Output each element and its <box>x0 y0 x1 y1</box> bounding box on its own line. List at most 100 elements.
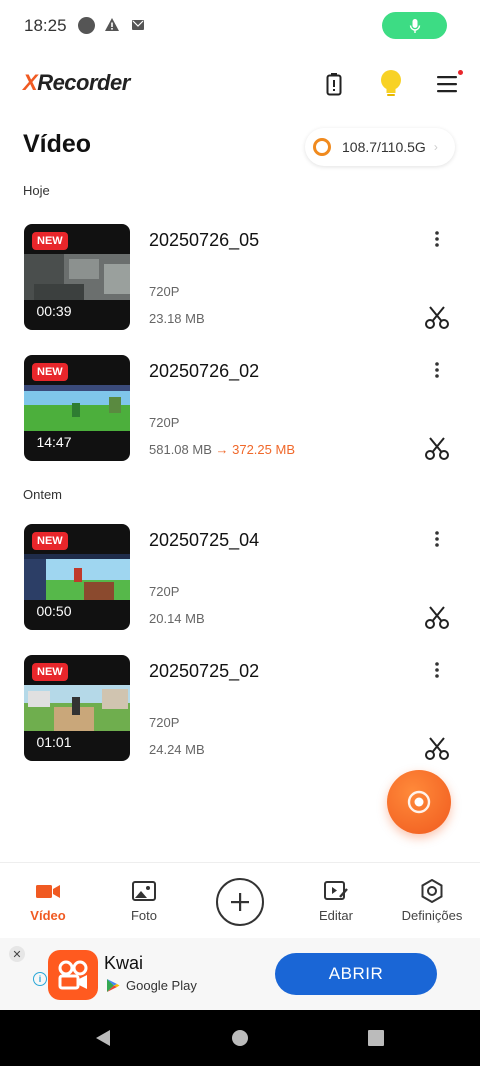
video-name: 20250726_05 <box>149 230 260 250</box>
size-original: 581.08 MB <box>149 442 212 457</box>
size-original: 23.18 MB <box>149 311 205 326</box>
thumbnail-image <box>24 554 130 600</box>
size-original: 24.24 MB <box>149 742 205 757</box>
new-badge: NEW <box>32 663 68 681</box>
video-name: 20250725_02 <box>149 661 260 681</box>
close-ad-icon[interactable]: ✕ <box>9 946 25 962</box>
app-logo: XRecorder <box>23 70 130 96</box>
edit-video-icon <box>324 881 348 900</box>
warning-icon <box>105 18 119 31</box>
more-vertical-icon <box>435 362 439 378</box>
new-badge: NEW <box>32 232 68 250</box>
battery-icon <box>326 73 342 96</box>
scissors-icon[interactable] <box>424 735 450 761</box>
notification-icon <box>132 20 144 30</box>
logo-text: Recorder <box>37 70 130 95</box>
more-options-button[interactable] <box>426 659 448 681</box>
size-compressed: → 372.25 MB <box>215 442 296 457</box>
more-vertical-icon <box>435 531 439 547</box>
more-options-button[interactable] <box>426 528 448 550</box>
video-size: 23.18 MB <box>149 311 205 326</box>
battery-optimize-button[interactable] <box>322 70 346 98</box>
video-duration: 00:39 <box>36 303 72 319</box>
video-thumbnail[interactable]: NEW 00:50 <box>24 524 130 630</box>
scissors-icon[interactable] <box>424 304 450 330</box>
video-size: 24.24 MB <box>149 742 205 757</box>
back-icon[interactable] <box>93 1028 113 1048</box>
video-name: 20250725_04 <box>149 530 260 550</box>
hamburger-menu-icon <box>437 70 463 93</box>
section-label-today: Hoje <box>23 183 50 198</box>
storage-text: 108.7/110.5G <box>342 139 426 155</box>
video-duration: 14:47 <box>36 434 72 450</box>
thumbnail-image <box>24 254 130 300</box>
ad-title: Kwai <box>104 953 144 973</box>
mic-icon <box>409 18 420 33</box>
recents-icon[interactable] <box>367 1028 385 1048</box>
video-item[interactable]: NEW 00:50 20250725_04 720P 20.14 MB <box>0 524 480 634</box>
storage-ring-icon <box>313 138 331 156</box>
video-name: 20250726_02 <box>149 361 260 381</box>
menu-button[interactable] <box>434 70 464 98</box>
ad-banner[interactable]: ✕ i Kwai Google Play ABRIR <box>0 938 480 1010</box>
video-camera-icon <box>36 885 60 898</box>
video-item[interactable]: NEW 00:39 20250726_05 720P 23.18 MB <box>0 224 480 334</box>
status-record-dot-icon <box>78 17 95 34</box>
more-options-button[interactable] <box>426 359 448 381</box>
video-size: 20.14 MB <box>149 611 205 626</box>
more-vertical-icon <box>435 662 439 678</box>
nav-edit[interactable]: Editar <box>288 863 384 939</box>
video-duration: 00:50 <box>36 603 72 619</box>
ad-store: Google Play <box>106 978 197 993</box>
home-icon[interactable] <box>231 1028 249 1048</box>
nav-video[interactable]: Vídeo <box>0 863 96 939</box>
nav-settings[interactable]: Definições <box>384 863 480 939</box>
nav-video-label: Vídeo <box>30 908 66 923</box>
video-size: 581.08 MB → 372.25 MB <box>149 442 295 457</box>
section-label-yesterday: Ontem <box>23 487 63 502</box>
record-icon <box>407 790 431 814</box>
status-bar: 18:25 <box>0 0 480 52</box>
ad-open-button[interactable]: ABRIR <box>275 953 437 995</box>
video-resolution: 720P <box>149 584 180 599</box>
scissors-icon[interactable] <box>424 604 450 630</box>
storage-indicator[interactable]: 108.7/110.5G › <box>305 128 455 166</box>
page-title: Vídeo <box>23 130 92 158</box>
more-options-button[interactable] <box>426 228 448 250</box>
tips-button[interactable] <box>378 68 404 100</box>
video-duration: 01:01 <box>36 734 72 750</box>
nav-edit-label: Editar <box>319 908 353 923</box>
more-vertical-icon <box>435 231 439 247</box>
settings-icon <box>421 879 443 903</box>
video-thumbnail[interactable]: NEW 00:39 <box>24 224 130 330</box>
status-time: 18:25 <box>24 16 67 35</box>
nav-photo[interactable]: Foto <box>96 863 192 939</box>
image-icon <box>132 881 156 901</box>
video-thumbnail[interactable]: NEW 14:47 <box>24 355 130 461</box>
video-resolution: 720P <box>149 715 180 730</box>
plus-icon <box>231 893 249 911</box>
video-thumbnail[interactable]: NEW 01:01 <box>24 655 130 761</box>
google-play-icon <box>107 979 120 992</box>
new-badge: NEW <box>32 532 68 550</box>
kwai-app-icon <box>48 950 98 1000</box>
video-item[interactable]: NEW 14:47 20250726_02 720P 581.08 MB → 3… <box>0 355 480 465</box>
lightbulb-icon <box>381 70 401 96</box>
bottom-nav: Vídeo Foto Editar Definições <box>0 862 480 938</box>
video-resolution: 720P <box>149 415 180 430</box>
ad-store-label: Google Play <box>126 978 197 993</box>
ad-info-icon[interactable]: i <box>33 972 47 986</box>
mic-active-indicator[interactable] <box>382 12 447 39</box>
system-nav-bar <box>0 1010 480 1066</box>
record-fab-button[interactable] <box>387 770 451 834</box>
nav-settings-label: Definições <box>401 908 463 923</box>
size-original: 20.14 MB <box>149 611 205 626</box>
new-badge: NEW <box>32 363 68 381</box>
video-item[interactable]: NEW 01:01 20250725_02 720P 24.24 MB <box>0 655 480 765</box>
add-button[interactable] <box>216 878 264 926</box>
thumbnail-image <box>24 385 130 431</box>
nav-photo-label: Foto <box>130 908 157 923</box>
video-resolution: 720P <box>149 284 180 299</box>
scissors-icon[interactable] <box>424 435 450 461</box>
chevron-right-icon: › <box>433 140 438 154</box>
